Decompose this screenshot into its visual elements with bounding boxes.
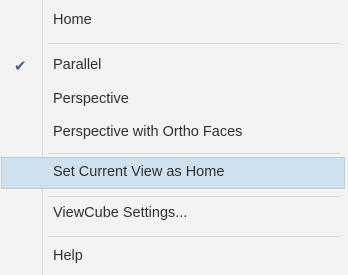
menu-item-set-current-view-as-home[interactable]: Set Current View as Home — [0, 162, 348, 184]
menu-item-perspective-ortho-faces-label: Perspective with Ortho Faces — [53, 124, 243, 140]
menu-item-perspective-label: Perspective — [53, 91, 129, 107]
menu-item-help[interactable]: Help — [0, 246, 348, 268]
viewcube-context-menu: Home ✔ Parallel Perspective Perspective … — [0, 0, 348, 275]
menu-item-parallel[interactable]: ✔ Parallel — [0, 55, 348, 77]
menu-item-perspective[interactable]: Perspective — [0, 89, 348, 111]
menu-separator — [48, 43, 340, 44]
menu-item-perspective-ortho-faces[interactable]: Perspective with Ortho Faces — [0, 122, 348, 144]
menu-item-viewcube-settings[interactable]: ViewCube Settings... — [0, 203, 348, 225]
menu-item-set-current-view-as-home-label: Set Current View as Home — [53, 164, 225, 180]
menu-item-parallel-label: Parallel — [53, 57, 102, 73]
menu-item-home[interactable]: Home — [0, 10, 348, 32]
menu-separator — [48, 236, 340, 237]
checkmark-icon: ✔ — [14, 58, 27, 75]
menu-item-help-label: Help — [53, 248, 83, 264]
menu-separator — [48, 153, 340, 154]
menu-item-home-label: Home — [53, 12, 92, 28]
menu-separator — [48, 196, 340, 197]
menu-item-viewcube-settings-label: ViewCube Settings... — [53, 205, 188, 221]
